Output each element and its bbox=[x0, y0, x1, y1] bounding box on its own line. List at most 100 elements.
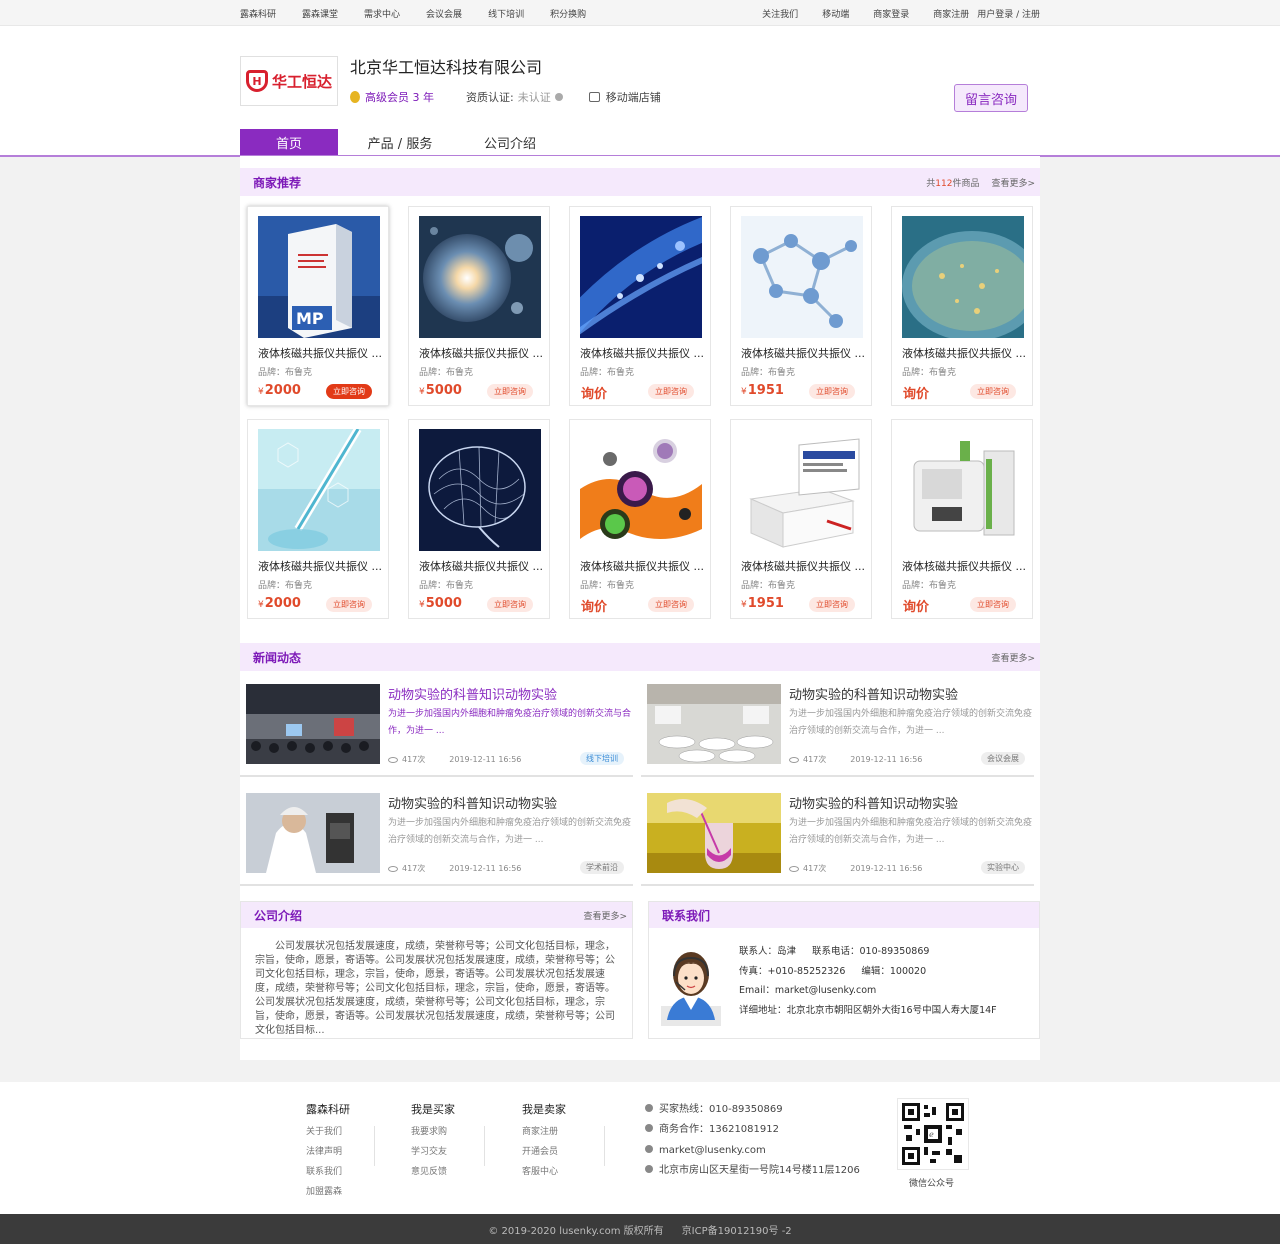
news-views: 417次 bbox=[402, 755, 426, 764]
footer-link-join[interactable]: 加盟露森 bbox=[306, 1182, 350, 1202]
recommend-more-link[interactable]: 查看更多> bbox=[991, 176, 1035, 189]
news-desc: 为进一步加强国内外细胞和肿瘤免疫治疗领域的创新交流免疫治疗领域的创新交流与合作，… bbox=[388, 818, 632, 845]
product-card[interactable]: 液体核磁共振仪共振仪 ... 品牌：布鲁克 ¥1951 立即咨询 bbox=[730, 419, 872, 619]
product-brand: 品牌：布鲁克 bbox=[580, 368, 635, 378]
footer-link-contact[interactable]: 联系我们 bbox=[306, 1162, 350, 1182]
company-name: 北京华工恒达科技有限公司 bbox=[350, 58, 543, 77]
consult-now-button[interactable]: 立即咨询 bbox=[809, 384, 855, 399]
product-name: 液体核磁共振仪共振仪 ... bbox=[741, 347, 865, 360]
footer-link-legal[interactable]: 法律声明 bbox=[306, 1142, 350, 1162]
wechat-qr-code: ℯ bbox=[897, 1098, 969, 1170]
nav-points-exchange[interactable]: 积分换购 bbox=[550, 7, 586, 20]
nav-conference[interactable]: 会议会展 bbox=[426, 7, 462, 20]
news-tag[interactable]: 实验中心 bbox=[981, 861, 1025, 874]
mobile-shop-link[interactable]: 移动端店铺 bbox=[606, 89, 661, 105]
contact-title: 联系我们 bbox=[662, 908, 711, 923]
medal-icon bbox=[350, 91, 360, 103]
footer-link-merchant-register[interactable]: 商家注册 bbox=[522, 1122, 566, 1142]
news-image bbox=[246, 684, 380, 764]
tab-products[interactable]: 产品 / 服务 bbox=[338, 129, 462, 155]
nav-merchant-register[interactable]: 商家注册 bbox=[933, 7, 969, 20]
wechat-qr-label: 微信公众号 bbox=[909, 1179, 955, 1189]
news-tag[interactable]: 线下培训 bbox=[580, 752, 624, 765]
nav-follow-us[interactable]: 关注我们 bbox=[762, 7, 798, 20]
tab-company-intro[interactable]: 公司介绍 bbox=[462, 129, 558, 155]
product-card[interactable]: 液体核磁共振仪共振仪 ... 品牌：布鲁克 ¥1951 立即咨询 bbox=[730, 206, 872, 406]
nav-offline-training[interactable]: 线下培训 bbox=[488, 7, 524, 20]
footer-email[interactable]: market@lusenky.com bbox=[659, 1145, 766, 1156]
logo-text: 华工恒达 bbox=[271, 72, 332, 91]
footer-link-service[interactable]: 客服中心 bbox=[522, 1162, 566, 1182]
contact-email[interactable]: Email：market@lusenky.com bbox=[739, 985, 876, 996]
footer-link-purchase[interactable]: 我要求购 bbox=[411, 1122, 455, 1142]
news-title[interactable]: 动物实验的科普知识动物实验 bbox=[789, 684, 958, 703]
nav-demand-center[interactable]: 需求中心 bbox=[364, 7, 400, 20]
footer-col-seller: 我是卖家 商家注册 开通会员 客服中心 bbox=[522, 1100, 566, 1182]
nav-merchant-login[interactable]: 商家登录 bbox=[873, 7, 909, 20]
info-icon[interactable] bbox=[554, 93, 563, 101]
company-logo[interactable]: H 华工恒达 bbox=[240, 56, 338, 106]
footer-link-feedback[interactable]: 意见反馈 bbox=[411, 1162, 455, 1182]
nav-mobile[interactable]: 移动端 bbox=[822, 7, 849, 20]
news-title[interactable]: 动物实验的科普知识动物实验 bbox=[789, 793, 958, 812]
product-brand: 品牌：布鲁克 bbox=[902, 581, 957, 591]
product-brand: 品牌：布鲁克 bbox=[419, 368, 474, 378]
consult-now-button[interactable]: 立即咨询 bbox=[326, 597, 372, 612]
news-desc: 为进一步加强国内外细胞和肿瘤免疫治疗领域的创新交流免疫治疗领域的创新交流与合作，… bbox=[789, 818, 1033, 845]
news-item[interactable]: 动物实验的科普知识动物实验 为进一步加强国内外细胞和肿瘤免疫治疗领域的创新交流免… bbox=[641, 684, 1034, 777]
product-price: 询价 bbox=[581, 387, 608, 402]
news-tag[interactable]: 会议会展 bbox=[981, 752, 1025, 765]
consult-now-button[interactable]: 立即咨询 bbox=[487, 597, 533, 612]
footer-col-title: 我是买家 bbox=[411, 1103, 455, 1116]
product-brand: 品牌：布鲁克 bbox=[902, 368, 957, 378]
product-card[interactable]: MP 液体核磁共振仪共振仪 ... 品牌：布鲁克 ¥2000 立即咨询 bbox=[247, 206, 389, 406]
news-item[interactable]: 动物实验的科普知识动物实验 为进一步加强国内外细胞和肿瘤免疫治疗领域的创新交流与… bbox=[240, 684, 633, 777]
news-tag[interactable]: 学术前沿 bbox=[580, 861, 624, 874]
product-image bbox=[580, 429, 702, 551]
footer-link-membership[interactable]: 开通会员 bbox=[522, 1142, 566, 1162]
news-title[interactable]: 动物实验的科普知识动物实验 bbox=[388, 793, 557, 812]
product-card[interactable]: 液体核磁共振仪共振仪 ... 品牌：布鲁克 询价 立即咨询 bbox=[891, 206, 1033, 406]
nav-lusen-class[interactable]: 露森课堂 bbox=[302, 7, 338, 20]
consult-now-button[interactable]: 立即咨询 bbox=[487, 384, 533, 399]
footer-divider bbox=[484, 1126, 485, 1166]
nav-lusen-research[interactable]: 露森科研 bbox=[240, 7, 276, 20]
consult-button[interactable]: 留言咨询 bbox=[954, 84, 1028, 112]
company-intro-header: 公司介绍 查看更多> bbox=[241, 902, 632, 928]
product-price: ¥2000 bbox=[258, 383, 301, 398]
nav-user-login[interactable]: 用户登录 / 注册 bbox=[977, 7, 1040, 20]
news-more-link[interactable]: 查看更多> bbox=[991, 651, 1035, 664]
product-brand: 品牌：布鲁克 bbox=[258, 581, 313, 591]
consult-now-button[interactable]: 立即咨询 bbox=[970, 384, 1016, 399]
consult-now-button[interactable]: 立即咨询 bbox=[648, 597, 694, 612]
svg-text:MP: MP bbox=[296, 309, 324, 328]
footer-address: 北京市房山区天星街一号院14号楼11层1206 bbox=[659, 1164, 860, 1176]
consult-now-button[interactable]: 立即咨询 bbox=[809, 597, 855, 612]
consult-now-button[interactable]: 立即咨询 bbox=[326, 384, 372, 399]
product-card[interactable]: 液体核磁共振仪共振仪 ... 品牌：布鲁克 ¥5000 立即咨询 bbox=[408, 206, 550, 406]
icp-number[interactable]: 京ICP备19012190号 -2 bbox=[682, 1222, 792, 1237]
news-desc: 为进一步加强国内外细胞和肿瘤免疫治疗领域的创新交流与合作，为进一 ... bbox=[388, 709, 632, 736]
consult-now-button[interactable]: 立即咨询 bbox=[970, 597, 1016, 612]
news-title[interactable]: 动物实验的科普知识动物实验 bbox=[388, 684, 557, 703]
product-card[interactable]: 液体核磁共振仪共振仪 ... 品牌：布鲁克 询价 立即咨询 bbox=[891, 419, 1033, 619]
consult-now-button[interactable]: 立即咨询 bbox=[648, 384, 694, 399]
footer-link-friends[interactable]: 学习交友 bbox=[411, 1142, 455, 1162]
contact-phone[interactable]: 联系电话：010-89350869 bbox=[812, 946, 929, 957]
business-phone: 商务合作：13621081912 bbox=[659, 1124, 779, 1136]
product-image bbox=[902, 216, 1024, 338]
product-card[interactable]: 液体核磁共振仪共振仪 ... 品牌：布鲁克 ¥5000 立即咨询 bbox=[408, 419, 550, 619]
company-intro-more-link[interactable]: 查看更多> bbox=[583, 909, 627, 922]
product-card[interactable]: 液体核磁共振仪共振仪 ... 品牌：布鲁克 询价 立即咨询 bbox=[569, 419, 711, 619]
product-image bbox=[258, 429, 380, 551]
news-item[interactable]: 动物实验的科普知识动物实验 为进一步加强国内外细胞和肿瘤免疫治疗领域的创新交流免… bbox=[240, 793, 633, 886]
contact-address: 详细地址：北京北京市朝阳区朝外大街16号中国人寿大厦14F bbox=[739, 1004, 997, 1016]
product-card[interactable]: 液体核磁共振仪共振仪 ... 品牌：布鲁克 询价 立即咨询 bbox=[569, 206, 711, 406]
eye-icon bbox=[789, 756, 799, 763]
news-title: 新闻动态 bbox=[253, 650, 302, 665]
news-item[interactable]: 动物实验的科普知识动物实验 为进一步加强国内外细胞和肿瘤免疫治疗领域的创新交流免… bbox=[641, 793, 1034, 886]
footer-link-about[interactable]: 关于我们 bbox=[306, 1122, 350, 1142]
product-card[interactable]: 液体核磁共振仪共振仪 ... 品牌：布鲁克 ¥2000 立即咨询 bbox=[247, 419, 389, 619]
product-brand: 品牌：布鲁克 bbox=[580, 581, 635, 591]
tab-home[interactable]: 首页 bbox=[240, 129, 338, 155]
